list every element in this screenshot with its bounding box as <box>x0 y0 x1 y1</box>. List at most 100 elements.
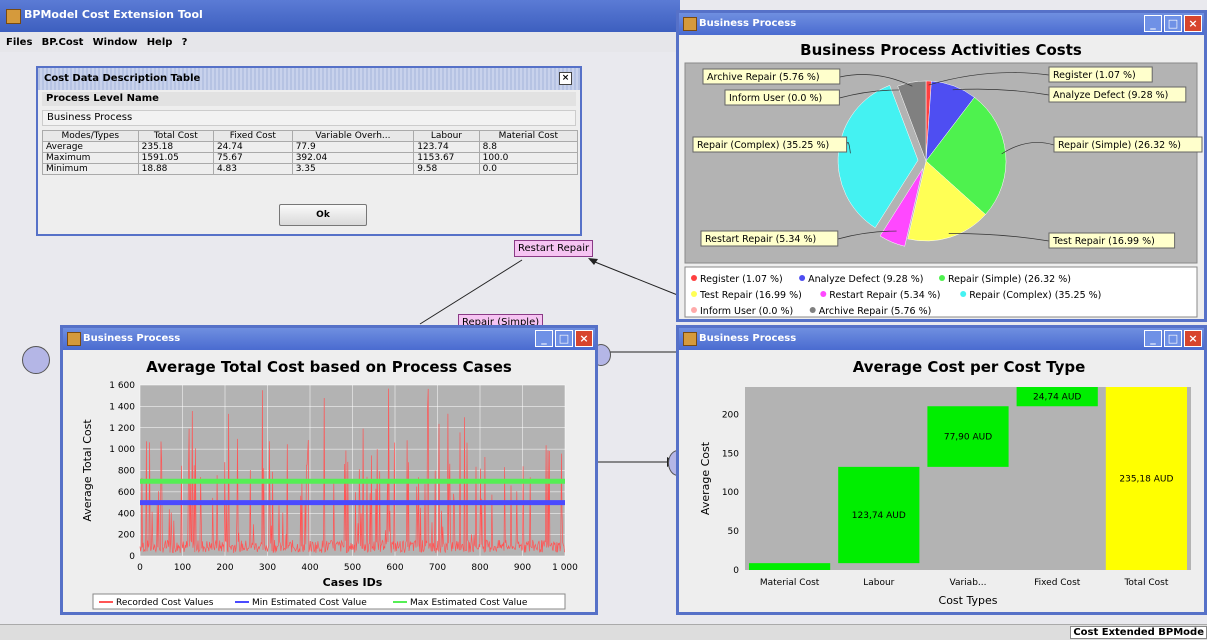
menu-help[interactable]: Help <box>147 37 173 48</box>
cost-dialog-titlebar: Cost Data Description Table × <box>38 68 580 90</box>
legend-entry: Restart Repair (5.34 %) <box>829 290 940 301</box>
pie-label: Restart Repair (5.34 %) <box>705 234 816 245</box>
table-header-row: Modes/Types Total Cost Fixed Cost Variab… <box>42 130 579 142</box>
x-axis-label: Cases IDs <box>323 576 383 589</box>
table-row[interactable]: Average 235.18 24.74 77.9 123.74 8.8 <box>42 141 579 153</box>
legend-marker <box>809 307 816 313</box>
x-tick-label: 300 <box>259 563 276 573</box>
legend-marker <box>960 291 967 297</box>
line-chart: Average Total Cost based on Process Case… <box>81 358 578 610</box>
close-icon[interactable]: × <box>1184 15 1202 32</box>
menu-question[interactable]: ? <box>182 37 188 48</box>
table-cell: 24.74 <box>212 141 293 153</box>
legend-entry: Recorded Cost Values <box>116 598 214 608</box>
bar-value-label: 123,74 AUD <box>852 511 906 521</box>
legend-marker <box>799 275 806 281</box>
app-icon <box>683 332 697 346</box>
legend-entry: Min Estimated Cost Value <box>252 598 367 608</box>
column-header[interactable]: Fixed Cost <box>212 130 293 142</box>
app-icon <box>6 9 21 24</box>
y-tick-label: 800 <box>118 467 135 477</box>
y-axis-label: Average Cost <box>699 441 712 515</box>
legend-marker <box>691 307 697 313</box>
ok-button[interactable]: Ok <box>279 204 367 226</box>
y-tick-label: 150 <box>722 449 739 459</box>
table-cell: 8.8 <box>478 141 579 153</box>
maximize-icon[interactable]: □ <box>1164 15 1182 32</box>
table-row[interactable]: Minimum 18.88 4.83 3.35 9.58 0.0 <box>42 163 579 175</box>
table-row[interactable]: Maximum 1591.05 75.67 392.04 1153.67 100… <box>42 152 579 164</box>
y-tick-label: 100 <box>722 488 739 498</box>
x-tick-label: Variab... <box>950 578 987 588</box>
column-header[interactable]: Material Cost <box>478 130 579 142</box>
legend-marker <box>691 291 697 297</box>
table-cell: Minimum <box>42 163 139 175</box>
pie-label: Repair (Complex) (35.25 %) <box>697 140 829 151</box>
column-header[interactable]: Variable Overh... <box>291 130 415 142</box>
close-icon[interactable]: × <box>575 330 593 347</box>
bar-value-label: 235,18 AUD <box>1119 475 1173 485</box>
y-tick-label: 50 <box>728 527 740 537</box>
x-tick-label: 900 <box>514 563 531 573</box>
legend-entry: Test Repair (16.99 %) <box>699 290 802 301</box>
bar-value-label: 77,90 AUD <box>944 433 992 443</box>
status-text: Cost Extended BPMode <box>1070 626 1207 639</box>
app-titlebar: BPModel Cost Extension Tool <box>0 0 680 32</box>
menu-bp-cost[interactable]: BP.Cost <box>42 37 84 48</box>
column-header[interactable]: Modes/Types <box>42 130 139 142</box>
y-tick-label: 0 <box>129 552 135 562</box>
bar-window-title: Business Process <box>699 333 797 344</box>
x-tick-label: 500 <box>344 563 361 573</box>
line-window-title: Business Process <box>83 333 181 344</box>
minimize-icon[interactable]: _ <box>1144 330 1162 347</box>
column-header[interactable]: Total Cost <box>137 130 214 142</box>
pie-chart: Business Process Activities Costs Registe… <box>684 41 1203 318</box>
legend-marker <box>820 291 827 297</box>
y-tick-label: 1 200 <box>109 424 135 434</box>
table-cell: 235.18 <box>137 141 214 153</box>
table-cell: Average <box>42 141 139 153</box>
line-chart-window: Business Process _ □ × Average Total Cost … <box>60 325 598 615</box>
table-cell: 1591.05 <box>137 152 214 164</box>
maximize-icon[interactable]: □ <box>1164 330 1182 347</box>
pie-label: Register (1.07 %) <box>1053 70 1136 81</box>
pie-label: Repair (Simple) (26.32 %) <box>1058 140 1181 151</box>
close-icon[interactable]: × <box>559 72 572 85</box>
legend-entry: Repair (Complex) (35.25 %) <box>969 290 1101 301</box>
minimize-icon[interactable]: _ <box>535 330 553 347</box>
app-icon <box>67 332 81 346</box>
process-name-field[interactable]: Business Process <box>42 110 576 126</box>
pie-label: Analyze Defect (9.28 %) <box>1053 90 1168 101</box>
table-cell: 18.88 <box>137 163 214 175</box>
menu-window[interactable]: Window <box>93 37 138 48</box>
minimize-icon[interactable]: _ <box>1144 15 1162 32</box>
table-cell: 1153.67 <box>413 152 480 164</box>
cost-data-table: Modes/Types Total Cost Fixed Cost Variab… <box>42 130 579 175</box>
bar-chart: Average Cost per Cost Type 0 50 100 150 200 12… <box>699 358 1191 607</box>
menu-files[interactable]: Files <box>6 37 32 48</box>
table-cell: 77.9 <box>291 141 415 153</box>
close-icon[interactable]: × <box>1184 330 1202 347</box>
cost-data-dialog: Cost Data Description Table × Process Le… <box>36 66 582 236</box>
column-header[interactable]: Labour <box>413 130 480 142</box>
bar-value-label: 24,74 AUD <box>1033 393 1081 403</box>
x-tick-label: 800 <box>471 563 488 573</box>
cost-dialog-title: Cost Data Description Table <box>44 73 201 84</box>
x-tick-label: 100 <box>174 563 191 573</box>
y-axis-label: Average Total Cost <box>81 419 94 522</box>
app-title: BPModel Cost Extension Tool <box>24 8 203 21</box>
maximize-icon[interactable]: □ <box>555 330 573 347</box>
x-tick-label: 1 000 <box>552 563 578 573</box>
pie-label: Archive Repair (5.76 %) <box>707 72 820 83</box>
chart-title: Business Process Activities Costs <box>800 41 1082 59</box>
x-tick-label: Material Cost <box>760 578 820 588</box>
process-level-header: Process Level Name <box>42 92 576 106</box>
diagram-node-restart-repair[interactable]: Restart Repair <box>514 240 594 257</box>
legend-marker <box>691 275 697 281</box>
pie-window-titlebar: Business Process _ □ × <box>679 13 1204 35</box>
legend-entry: Max Estimated Cost Value <box>410 598 528 608</box>
chart-title: Average Total Cost based on Process Case… <box>146 358 512 376</box>
diagram-start-event[interactable] <box>22 346 50 374</box>
legend-entry: Repair (Simple) (26.32 %) <box>948 274 1071 285</box>
table-cell: 0.0 <box>478 163 579 175</box>
